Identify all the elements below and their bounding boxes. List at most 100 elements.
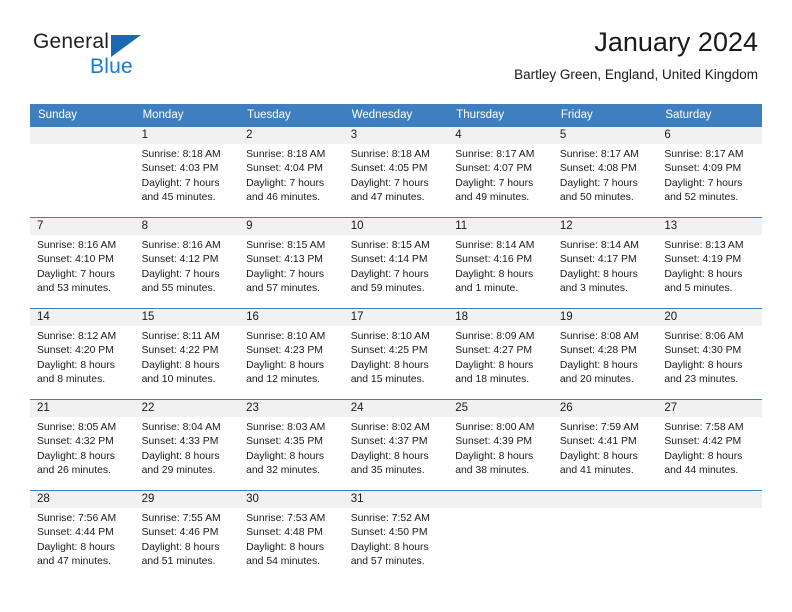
calendar-week-row: 7 Sunrise: 8:16 AM Sunset: 4:10 PM Daylight… <box>30 217 762 309</box>
day-detail-daylight2: and 15 minutes. <box>350 373 425 385</box>
page-header: General Blue January 2024 Bartley Green,… <box>0 0 792 100</box>
day-detail-daylight1: Daylight: 8 hours <box>455 268 534 280</box>
day-details: Sunrise: 8:15 AM Sunset: 4:13 PM Daylight:… <box>239 235 344 296</box>
day-number: 9 <box>239 218 344 235</box>
day-detail-daylight2: and 8 minutes. <box>37 373 106 385</box>
day-detail-sunrise: Sunrise: 8:10 AM <box>246 331 326 342</box>
day-detail-daylight2: and 29 minutes. <box>141 464 216 476</box>
calendar-day-cell[interactable]: 23 Sunrise: 8:03 AM Sunset: 4:35 PM Dayligh… <box>239 399 344 491</box>
calendar-day-cell[interactable]: 5 Sunrise: 8:17 AM Sunset: 4:08 PM Daylight… <box>552 126 658 218</box>
day-detail-sunset: Sunset: 4:33 PM <box>141 436 219 448</box>
calendar-day-cell[interactable]: 27 Sunrise: 7:58 AM Sunset: 4:42 PM Dayligh… <box>657 399 762 491</box>
day-number: 12 <box>552 218 658 235</box>
calendar-day-cell[interactable]: 6 Sunrise: 8:17 AM Sunset: 4:09 PM Daylight… <box>657 126 762 218</box>
calendar-day-cell[interactable]: 21 Sunrise: 8:05 AM Sunset: 4:32 PM Dayligh… <box>30 399 135 491</box>
day-detail-sunrise: Sunrise: 8:00 AM <box>455 422 535 433</box>
day-detail-sunset: Sunset: 4:32 PM <box>37 436 114 448</box>
day-number: 7 <box>30 218 135 235</box>
calendar-day-cell[interactable]: 7 Sunrise: 8:16 AM Sunset: 4:10 PM Daylight… <box>30 217 135 309</box>
day-number: 30 <box>239 491 344 508</box>
day-number: 14 <box>30 309 135 326</box>
calendar-day-cell[interactable]: 28 Sunrise: 7:56 AM Sunset: 4:44 PM Dayligh… <box>30 490 135 581</box>
day-detail-daylight1: Daylight: 7 hours <box>141 268 220 280</box>
day-number <box>30 127 135 144</box>
calendar-day-cell[interactable]: 12 Sunrise: 8:14 AM Sunset: 4:17 PM Dayligh… <box>552 217 658 309</box>
calendar-day-cell[interactable]: 4 Sunrise: 8:17 AM Sunset: 4:07 PM Daylight… <box>448 126 553 218</box>
day-details: Sunrise: 7:52 AM Sunset: 4:50 PM Daylight:… <box>344 508 449 569</box>
day-detail-sunset: Sunset: 4:07 PM <box>455 163 533 175</box>
calendar-day-cell[interactable]: 10 Sunrise: 8:15 AM Sunset: 4:14 PM Dayligh… <box>343 217 449 309</box>
day-number: 28 <box>30 491 135 508</box>
day-detail-sunset: Sunset: 4:20 PM <box>37 345 114 357</box>
calendar-day-cell[interactable]: 19 Sunrise: 8:08 AM Sunset: 4:28 PM Dayligh… <box>552 308 658 400</box>
day-details: Sunrise: 8:00 AM Sunset: 4:39 PM Daylight:… <box>448 417 553 478</box>
calendar-day-cell[interactable]: 14 Sunrise: 8:12 AM Sunset: 4:20 PM Dayligh… <box>30 308 135 400</box>
day-detail-daylight1: Daylight: 7 hours <box>246 268 325 280</box>
calendar-day-cell[interactable]: 18 Sunrise: 8:09 AM Sunset: 4:27 PM Dayligh… <box>448 308 553 400</box>
day-detail-sunset: Sunset: 4:37 PM <box>350 436 428 448</box>
day-details: Sunrise: 8:17 AM Sunset: 4:07 PM Daylight:… <box>448 144 553 205</box>
calendar-day-cell[interactable]: 20 Sunrise: 8:06 AM Sunset: 4:30 PM Dayligh… <box>657 308 762 400</box>
day-detail-daylight1: Daylight: 8 hours <box>664 268 743 280</box>
day-detail-daylight2: and 54 minutes. <box>246 555 321 567</box>
calendar-day-cell[interactable]: 16 Sunrise: 8:10 AM Sunset: 4:23 PM Dayligh… <box>239 308 344 400</box>
day-details: Sunrise: 7:53 AM Sunset: 4:48 PM Daylight:… <box>239 508 344 569</box>
day-number: 16 <box>239 309 344 326</box>
calendar-day-cell[interactable]: 31 Sunrise: 7:52 AM Sunset: 4:50 PM Dayligh… <box>343 490 449 581</box>
calendar-day-cell[interactable]: 17 Sunrise: 8:10 AM Sunset: 4:25 PM Dayligh… <box>343 308 449 400</box>
day-detail-daylight2: and 41 minutes. <box>559 464 634 476</box>
calendar-day-cell[interactable]: 22 Sunrise: 8:04 AM Sunset: 4:33 PM Dayligh… <box>134 399 240 491</box>
calendar-day-cell[interactable]: 29 Sunrise: 7:55 AM Sunset: 4:46 PM Dayligh… <box>134 490 240 581</box>
day-number: 27 <box>657 400 762 417</box>
day-number: 5 <box>552 127 658 144</box>
day-number: 1 <box>134 127 240 144</box>
day-detail-daylight1: Daylight: 7 hours <box>350 268 429 280</box>
calendar-day-cell[interactable]: 2 Sunrise: 8:18 AM Sunset: 4:04 PM Daylight… <box>239 126 344 218</box>
day-number: 22 <box>134 400 240 417</box>
day-number: 6 <box>657 127 762 144</box>
calendar-day-cell[interactable]: 15 Sunrise: 8:11 AM Sunset: 4:22 PM Dayligh… <box>134 308 240 400</box>
day-detail-sunrise: Sunrise: 8:02 AM <box>350 422 430 433</box>
day-detail-daylight1: Daylight: 8 hours <box>246 450 325 462</box>
calendar-week-row: 28 Sunrise: 7:56 AM Sunset: 4:44 PM Dayligh… <box>30 490 762 581</box>
day-detail-sunset: Sunset: 4:13 PM <box>246 254 323 266</box>
calendar-day-cell[interactable]: 8 Sunrise: 8:16 AM Sunset: 4:12 PM Daylight… <box>134 217 240 309</box>
day-detail-daylight2: and 3 minutes. <box>559 282 628 294</box>
day-details: Sunrise: 7:55 AM Sunset: 4:46 PM Daylight:… <box>135 508 240 569</box>
day-number <box>657 491 762 508</box>
calendar-day-cell[interactable]: 3 Sunrise: 8:18 AM Sunset: 4:05 PM Daylight… <box>343 126 449 218</box>
calendar-day-cell[interactable]: 30 Sunrise: 7:53 AM Sunset: 4:48 PM Dayligh… <box>239 490 344 581</box>
day-detail-daylight2: and 23 minutes. <box>664 373 739 385</box>
calendar-day-cell[interactable]: 1 Sunrise: 8:18 AM Sunset: 4:03 PM Daylight… <box>134 126 240 218</box>
day-detail-daylight2: and 38 minutes. <box>455 464 530 476</box>
calendar-day-cell[interactable]: 9 Sunrise: 8:15 AM Sunset: 4:13 PM Daylight… <box>239 217 344 309</box>
weekday-header-wednesday: Wednesday <box>343 104 449 127</box>
day-detail-sunrise: Sunrise: 7:58 AM <box>664 422 744 433</box>
day-detail-sunrise: Sunrise: 7:55 AM <box>141 513 221 524</box>
title-block: January 2024 Bartley Green, England, Uni… <box>514 26 758 84</box>
day-detail-sunrise: Sunrise: 8:06 AM <box>664 331 744 342</box>
calendar-day-cell[interactable]: 25 Sunrise: 8:00 AM Sunset: 4:39 PM Dayligh… <box>448 399 553 491</box>
logo-text-general: General <box>33 30 110 53</box>
day-detail-sunset: Sunset: 4:41 PM <box>559 436 637 448</box>
logo-text-blue: Blue <box>90 55 133 78</box>
day-detail-sunset: Sunset: 4:05 PM <box>350 163 428 175</box>
day-details: Sunrise: 8:06 AM Sunset: 4:30 PM Daylight:… <box>657 326 762 387</box>
day-detail-daylight1: Daylight: 8 hours <box>559 359 638 371</box>
day-detail-sunrise: Sunrise: 8:03 AM <box>246 422 326 433</box>
day-number: 15 <box>134 309 240 326</box>
general-blue-logo[interactable]: General Blue <box>33 30 213 82</box>
day-detail-sunrise: Sunrise: 8:16 AM <box>37 240 117 251</box>
day-detail-sunrise: Sunrise: 7:59 AM <box>559 422 639 433</box>
day-detail-daylight1: Daylight: 7 hours <box>350 177 429 189</box>
calendar-day-cell[interactable]: 24 Sunrise: 8:02 AM Sunset: 4:37 PM Dayligh… <box>343 399 449 491</box>
day-details: Sunrise: 8:13 AM Sunset: 4:19 PM Daylight:… <box>657 235 762 296</box>
calendar-day-cell[interactable]: 26 Sunrise: 7:59 AM Sunset: 4:41 PM Dayligh… <box>552 399 658 491</box>
day-details: Sunrise: 7:56 AM Sunset: 4:44 PM Daylight:… <box>30 508 135 569</box>
day-detail-daylight2: and 57 minutes. <box>350 555 425 567</box>
day-details: Sunrise: 8:05 AM Sunset: 4:32 PM Daylight:… <box>30 417 135 478</box>
day-detail-daylight2: and 45 minutes. <box>141 191 216 203</box>
day-detail-daylight1: Daylight: 7 hours <box>664 177 743 189</box>
calendar-day-cell[interactable]: 13 Sunrise: 8:13 AM Sunset: 4:19 PM Dayligh… <box>657 217 762 309</box>
calendar-day-cell[interactable]: 11 Sunrise: 8:14 AM Sunset: 4:16 PM Dayligh… <box>448 217 553 309</box>
